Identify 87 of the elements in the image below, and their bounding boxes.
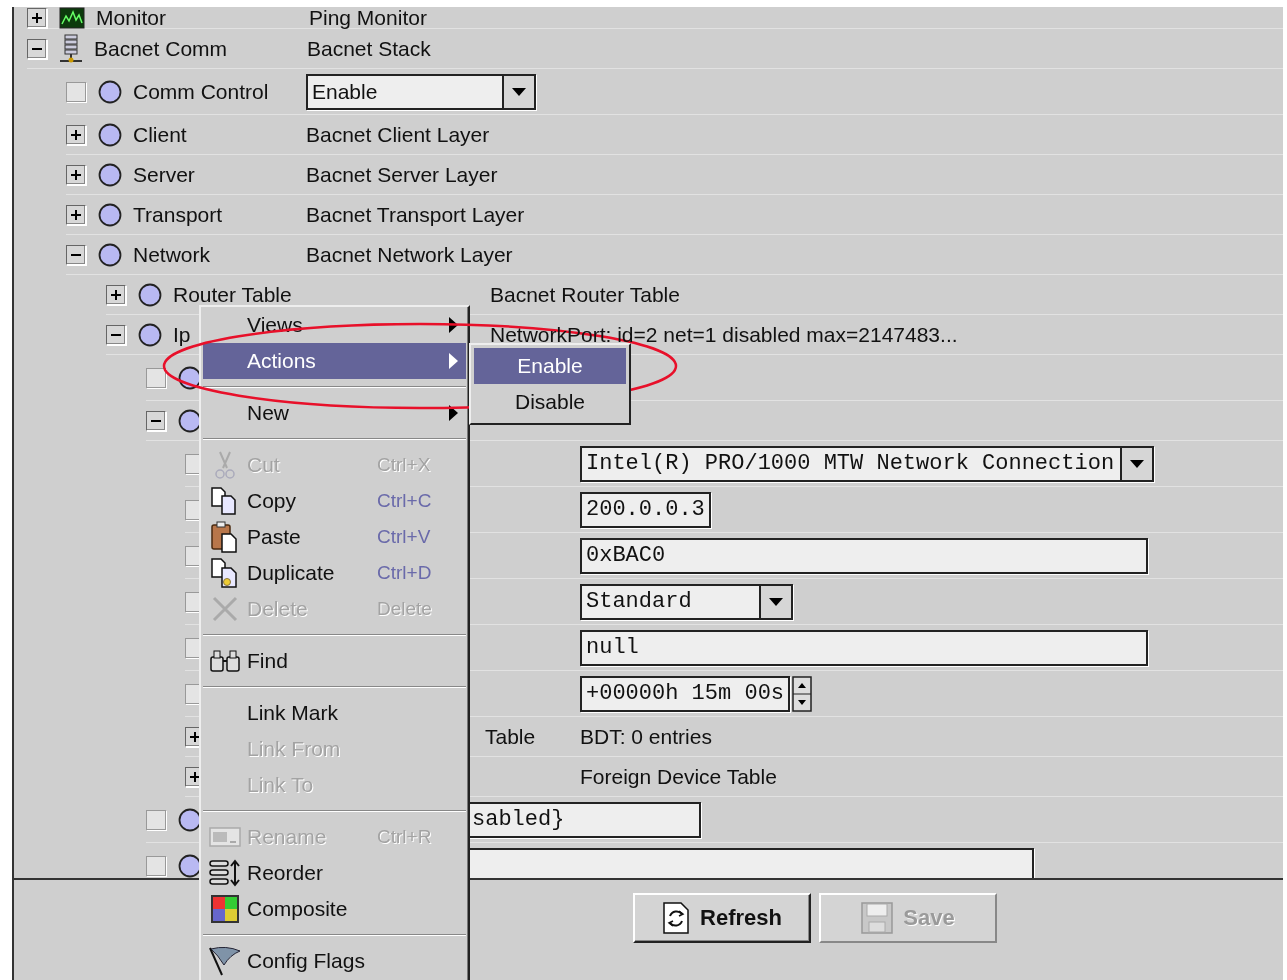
label-box-icon: [209, 826, 241, 848]
collapse-toggle[interactable]: [146, 410, 166, 431]
expand-toggle[interactable]: [27, 7, 47, 28]
row-value: Foreign Device Table: [580, 764, 777, 789]
circle-icon: [138, 282, 162, 307]
collapse-toggle[interactable]: [106, 324, 126, 345]
menu-item[interactable]: Copy Ctrl+C: [203, 483, 466, 519]
plus-icon: [70, 168, 82, 181]
circle-icon: [98, 79, 122, 104]
shortcut-label: Ctrl+C: [377, 490, 432, 512]
node-name[interactable]: Monitor: [96, 7, 167, 29]
dropdown[interactable]: Enable: [306, 73, 536, 110]
node-name[interactable]: Server: [133, 162, 195, 186]
plus-icon: [70, 128, 82, 141]
text-field[interactable]: 200.0.0.3: [580, 491, 711, 528]
menu-item[interactable]: Link Mark: [203, 695, 466, 731]
caret-icon: [769, 597, 783, 606]
shortcut-label: Ctrl+V: [377, 526, 431, 548]
node-name[interactable]: Comm Control: [133, 79, 269, 103]
expand-toggle[interactable]: [66, 204, 86, 225]
checkbox[interactable]: [66, 81, 86, 102]
plus-icon: [189, 770, 201, 783]
plus-icon: [31, 11, 43, 24]
plus-icon: [70, 208, 82, 221]
node-name[interactable]: Client: [133, 122, 187, 146]
submenu-arrow-icon: [449, 353, 458, 369]
menu-item[interactable]: Config Flags: [203, 943, 466, 979]
node-name[interactable]: Table: [485, 724, 536, 748]
dropdown[interactable]: Intel(R) PRO/1000 MTW Network Connection: [580, 445, 1155, 482]
caret-icon: [512, 87, 526, 96]
menu-item[interactable]: Composite: [203, 891, 466, 927]
expand-toggle[interactable]: [66, 124, 86, 145]
spinner-buttons: [792, 675, 813, 712]
row-value: Bacnet Transport Layer: [306, 202, 525, 227]
chart-icon: [59, 7, 85, 29]
menu-item[interactable]: Reorder: [203, 855, 466, 891]
expand-toggle[interactable]: [66, 164, 86, 185]
caret-icon: [1130, 459, 1145, 468]
menu-item[interactable]: Duplicate Ctrl+D: [203, 555, 466, 591]
submenu-arrow-icon: [449, 405, 458, 421]
row-value: Ping Monitor: [309, 7, 427, 29]
row-value: Bacnet Stack: [307, 36, 431, 61]
checkbox[interactable]: [146, 809, 166, 830]
binoculars-icon: [209, 649, 241, 673]
node-name[interactable]: Router Table: [173, 282, 292, 306]
circle-icon: [98, 242, 122, 267]
collapse-toggle[interactable]: [27, 38, 47, 59]
node-name[interactable]: Network: [133, 242, 211, 266]
circle-icon: [98, 162, 122, 187]
refresh-button[interactable]: Refresh: [633, 893, 811, 943]
pages-star-icon: [210, 557, 240, 589]
row-value: Bacnet Network Layer: [306, 242, 513, 267]
circle-icon: [98, 202, 122, 227]
menu-item[interactable]: Actions: [203, 343, 466, 379]
row-value: Bacnet Client Layer: [306, 122, 490, 147]
menu-item[interactable]: Find: [203, 643, 466, 679]
expand-toggle[interactable]: [106, 284, 126, 305]
cross-icon: [211, 595, 239, 623]
shortcut-label: Ctrl+D: [377, 562, 432, 584]
checkbox[interactable]: [146, 855, 166, 876]
menu-item[interactable]: Paste Ctrl+V: [203, 519, 466, 555]
node-name[interactable]: Transport: [133, 202, 223, 226]
server-stack-icon: [59, 33, 83, 64]
menu-item[interactable]: Disable: [474, 384, 626, 420]
circle-icon: [138, 322, 162, 347]
circle-icon: [98, 122, 122, 147]
time-field[interactable]: +00000h 15m 00s: [580, 675, 791, 712]
node-name[interactable]: Bacnet Comm: [94, 36, 228, 60]
puzzle-icon: [210, 894, 240, 924]
row-value: Bacnet Router Table: [490, 282, 680, 307]
node-name[interactable]: Ip: [173, 322, 191, 346]
flag-icon: [208, 945, 242, 977]
list-arrows-icon: [209, 859, 241, 887]
refresh-icon: [662, 901, 691, 935]
clipboard-icon: [210, 521, 240, 553]
dropdown[interactable]: Standard: [580, 583, 793, 620]
text-field[interactable]: null: [580, 629, 1148, 666]
checkbox[interactable]: [146, 367, 166, 388]
text-field[interactable]: 0xBAC0: [580, 537, 1148, 574]
collapse-toggle[interactable]: [66, 244, 86, 265]
plus-icon: [110, 288, 122, 301]
plus-icon: [189, 730, 201, 743]
row-value: BDT: 0 entries: [580, 724, 712, 749]
menu-item[interactable]: Enable: [474, 348, 626, 384]
row-value: Bacnet Server Layer: [306, 162, 498, 187]
submenu-arrow-icon: [449, 317, 458, 333]
menu-item[interactable]: New: [203, 395, 466, 431]
